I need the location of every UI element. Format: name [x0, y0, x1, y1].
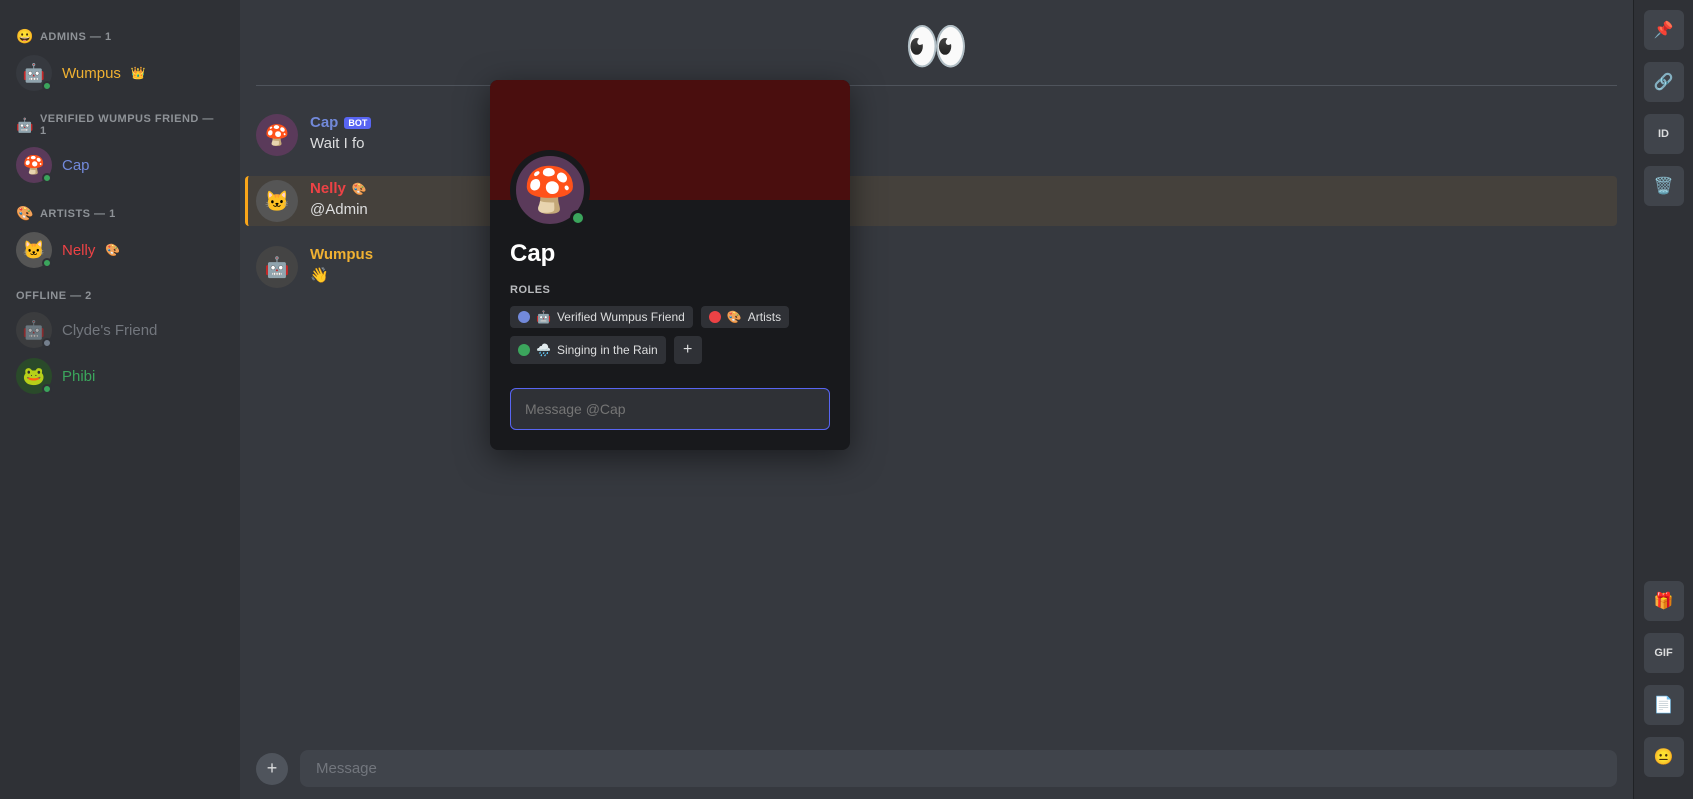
- section-verified: 🤖 VERIFIED WUMPUS FRIEND — 1: [8, 97, 232, 143]
- popup-body: Cap ROLES 🤖 Verified Wumpus Friend 🎨 Art…: [490, 200, 850, 450]
- popup-username: Cap: [510, 240, 830, 268]
- delete-icon: 🗑️: [1654, 176, 1674, 196]
- cap-msg-author-name: Cap: [310, 114, 338, 131]
- gift-icon: 🎁: [1654, 591, 1674, 611]
- popup-avatar-status: [570, 210, 586, 226]
- verified-label-badge: Verified Wumpus Friend: [557, 310, 685, 324]
- message-wumpus: 🤖 Wumpus 👋: [256, 242, 1617, 292]
- role-verified-wumpus[interactable]: 🤖 Verified Wumpus Friend: [510, 306, 693, 328]
- nelly-palette-icon: 🎨: [352, 182, 367, 196]
- admins-label: ADMINS — 1: [40, 31, 112, 43]
- phibi-name: Phibi: [62, 368, 95, 385]
- member-phibi[interactable]: 🐸 Phibi: [8, 354, 232, 398]
- add-role-button[interactable]: +: [674, 336, 702, 364]
- gift-button[interactable]: 🎁: [1644, 581, 1684, 621]
- singing-dot: [518, 344, 530, 356]
- wumpus-msg-avatar: 🤖: [256, 246, 298, 288]
- cap-name: Cap: [62, 157, 90, 174]
- sticker-button[interactable]: 📄: [1644, 685, 1684, 725]
- verified-icon: 🤖: [16, 117, 34, 134]
- wumpus-status: [42, 81, 52, 91]
- member-nelly[interactable]: 🐱 Nelly 🎨: [8, 228, 232, 272]
- eyes-decoration: 👀: [256, 16, 1617, 86]
- verified-label: VERIFIED WUMPUS FRIEND — 1: [40, 113, 224, 137]
- cap-avatar-wrapper: 🍄: [16, 147, 52, 183]
- palette-icon: 🎨: [105, 243, 120, 257]
- section-admins: 😀 ADMINS — 1: [8, 12, 232, 51]
- crown-icon: 👑: [131, 66, 146, 80]
- nelly-status: [42, 258, 52, 268]
- id-button[interactable]: ID: [1644, 114, 1684, 154]
- chat-input-area: +: [240, 738, 1633, 799]
- nelly-name: Nelly: [62, 242, 95, 259]
- chat-messages: 👀 🍄 Cap BOT Wait I fo 🐱 Nelly 🎨 @Admin: [240, 0, 1633, 738]
- section-offline: OFFLINE — 2: [8, 274, 232, 308]
- verified-dot: [518, 311, 530, 323]
- member-clyde[interactable]: 🤖 Clyde's Friend: [8, 308, 232, 352]
- clyde-avatar-wrapper: 🤖: [16, 312, 52, 348]
- offline-label: OFFLINE — 2: [16, 290, 92, 302]
- wumpus-msg-author-name: Wumpus: [310, 246, 373, 263]
- id-label: ID: [1658, 128, 1669, 140]
- nelly-avatar-wrapper: 🐱: [16, 232, 52, 268]
- clyde-name: Clyde's Friend: [62, 322, 157, 339]
- singing-label-badge: Singing in the Rain: [557, 343, 658, 357]
- artists-icon-badge: 🎨: [727, 310, 742, 324]
- artists-label: ARTISTS — 1: [40, 208, 116, 220]
- profile-popup[interactable]: 🍄 Cap ROLES 🤖 Verified Wumpus Friend: [490, 80, 850, 450]
- artists-dot: [709, 311, 721, 323]
- bot-badge: BOT: [344, 117, 371, 129]
- gif-label: GIF: [1654, 647, 1672, 659]
- artists-icon: 🎨: [16, 205, 34, 222]
- role-artists[interactable]: 🎨 Artists: [701, 306, 789, 328]
- member-cap[interactable]: 🍄 Cap: [8, 143, 232, 187]
- phibi-avatar-wrapper: 🐸: [16, 358, 52, 394]
- section-artists: 🎨 ARTISTS — 1: [8, 189, 232, 228]
- add-attachment-button[interactable]: +: [256, 753, 288, 785]
- admins-icon: 😀: [16, 28, 34, 45]
- delete-button[interactable]: 🗑️: [1644, 166, 1684, 206]
- pin-button[interactable]: 📌: [1644, 10, 1684, 50]
- member-wumpus[interactable]: 🤖 Wumpus 👑: [8, 51, 232, 95]
- link-icon: 🔗: [1654, 72, 1674, 92]
- main-chat-area: 👀 🍄 Cap BOT Wait I fo 🐱 Nelly 🎨 @Admin: [240, 0, 1633, 799]
- popup-banner: 🍄: [490, 80, 850, 200]
- link-button[interactable]: 🔗: [1644, 62, 1684, 102]
- member-list-sidebar: 😀 ADMINS — 1 🤖 Wumpus 👑 🤖 VERIFIED WUMPU…: [0, 0, 240, 799]
- message-nelly: 🐱 Nelly 🎨 @Admin: [245, 176, 1617, 226]
- message-cap: 🍄 Cap BOT Wait I fo: [256, 110, 1617, 160]
- pin-icon: 📌: [1654, 20, 1674, 40]
- artists-label-badge: Artists: [748, 310, 781, 324]
- phibi-status: [42, 384, 52, 394]
- wumpus-name: Wumpus: [62, 65, 121, 82]
- popup-message-input[interactable]: [510, 388, 830, 430]
- emoji-button[interactable]: 😐: [1644, 737, 1684, 777]
- message-input[interactable]: [300, 750, 1617, 787]
- clyde-status: [42, 338, 52, 348]
- role-singing[interactable]: 🌧️ Singing in the Rain: [510, 336, 666, 364]
- cap-msg-avatar: 🍄: [256, 114, 298, 156]
- wumpus-avatar-wrapper: 🤖: [16, 55, 52, 91]
- emoji-icon: 😐: [1654, 747, 1674, 767]
- popup-avatar-area: 🍄: [510, 150, 590, 230]
- cap-status: [42, 173, 52, 183]
- roles-section-title: ROLES: [510, 284, 830, 296]
- toolbar-bottom: 🎁 GIF 📄 😐: [1644, 579, 1684, 791]
- eyes-emoji: 👀: [904, 16, 969, 77]
- nelly-msg-author-name: Nelly: [310, 180, 346, 197]
- singing-icon-badge: 🌧️: [536, 343, 551, 357]
- roles-area: 🤖 Verified Wumpus Friend 🎨 Artists 🌧️ Si…: [510, 306, 830, 364]
- sticker-icon: 📄: [1654, 695, 1674, 715]
- right-toolbar: 📌 🔗 ID 🗑️ 🎁 GIF 📄 😐: [1633, 0, 1693, 799]
- nelly-msg-avatar: 🐱: [256, 180, 298, 222]
- verified-icon-badge: 🤖: [536, 310, 551, 324]
- gif-button[interactable]: GIF: [1644, 633, 1684, 673]
